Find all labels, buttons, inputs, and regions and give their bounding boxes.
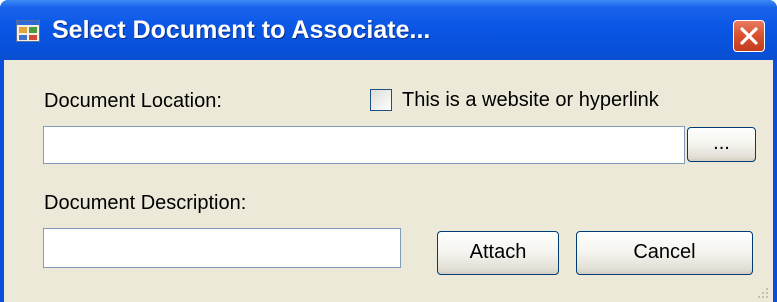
title-bar[interactable]: Select Document to Associate... bbox=[0, 0, 777, 60]
document-description-input[interactable] bbox=[43, 228, 401, 268]
resize-grip-icon[interactable] bbox=[757, 286, 769, 298]
close-icon bbox=[740, 27, 758, 45]
dialog-window: Select Document to Associate... Document… bbox=[0, 0, 777, 302]
close-button[interactable] bbox=[733, 20, 765, 52]
form-app-icon bbox=[16, 20, 40, 42]
document-description-label: Document Description: bbox=[44, 192, 247, 214]
window-title: Select Document to Associate... bbox=[52, 16, 431, 44]
document-location-input[interactable] bbox=[43, 126, 685, 164]
attach-button[interactable]: Attach bbox=[437, 231, 559, 275]
dialog-body: Document Location: This is a website or … bbox=[4, 60, 773, 302]
browse-button[interactable]: ... bbox=[687, 127, 756, 162]
hyperlink-checkbox[interactable] bbox=[370, 89, 392, 111]
document-location-label: Document Location: bbox=[44, 90, 222, 112]
hyperlink-checkbox-label[interactable]: This is a website or hyperlink bbox=[402, 88, 659, 112]
cancel-button[interactable]: Cancel bbox=[576, 231, 753, 275]
